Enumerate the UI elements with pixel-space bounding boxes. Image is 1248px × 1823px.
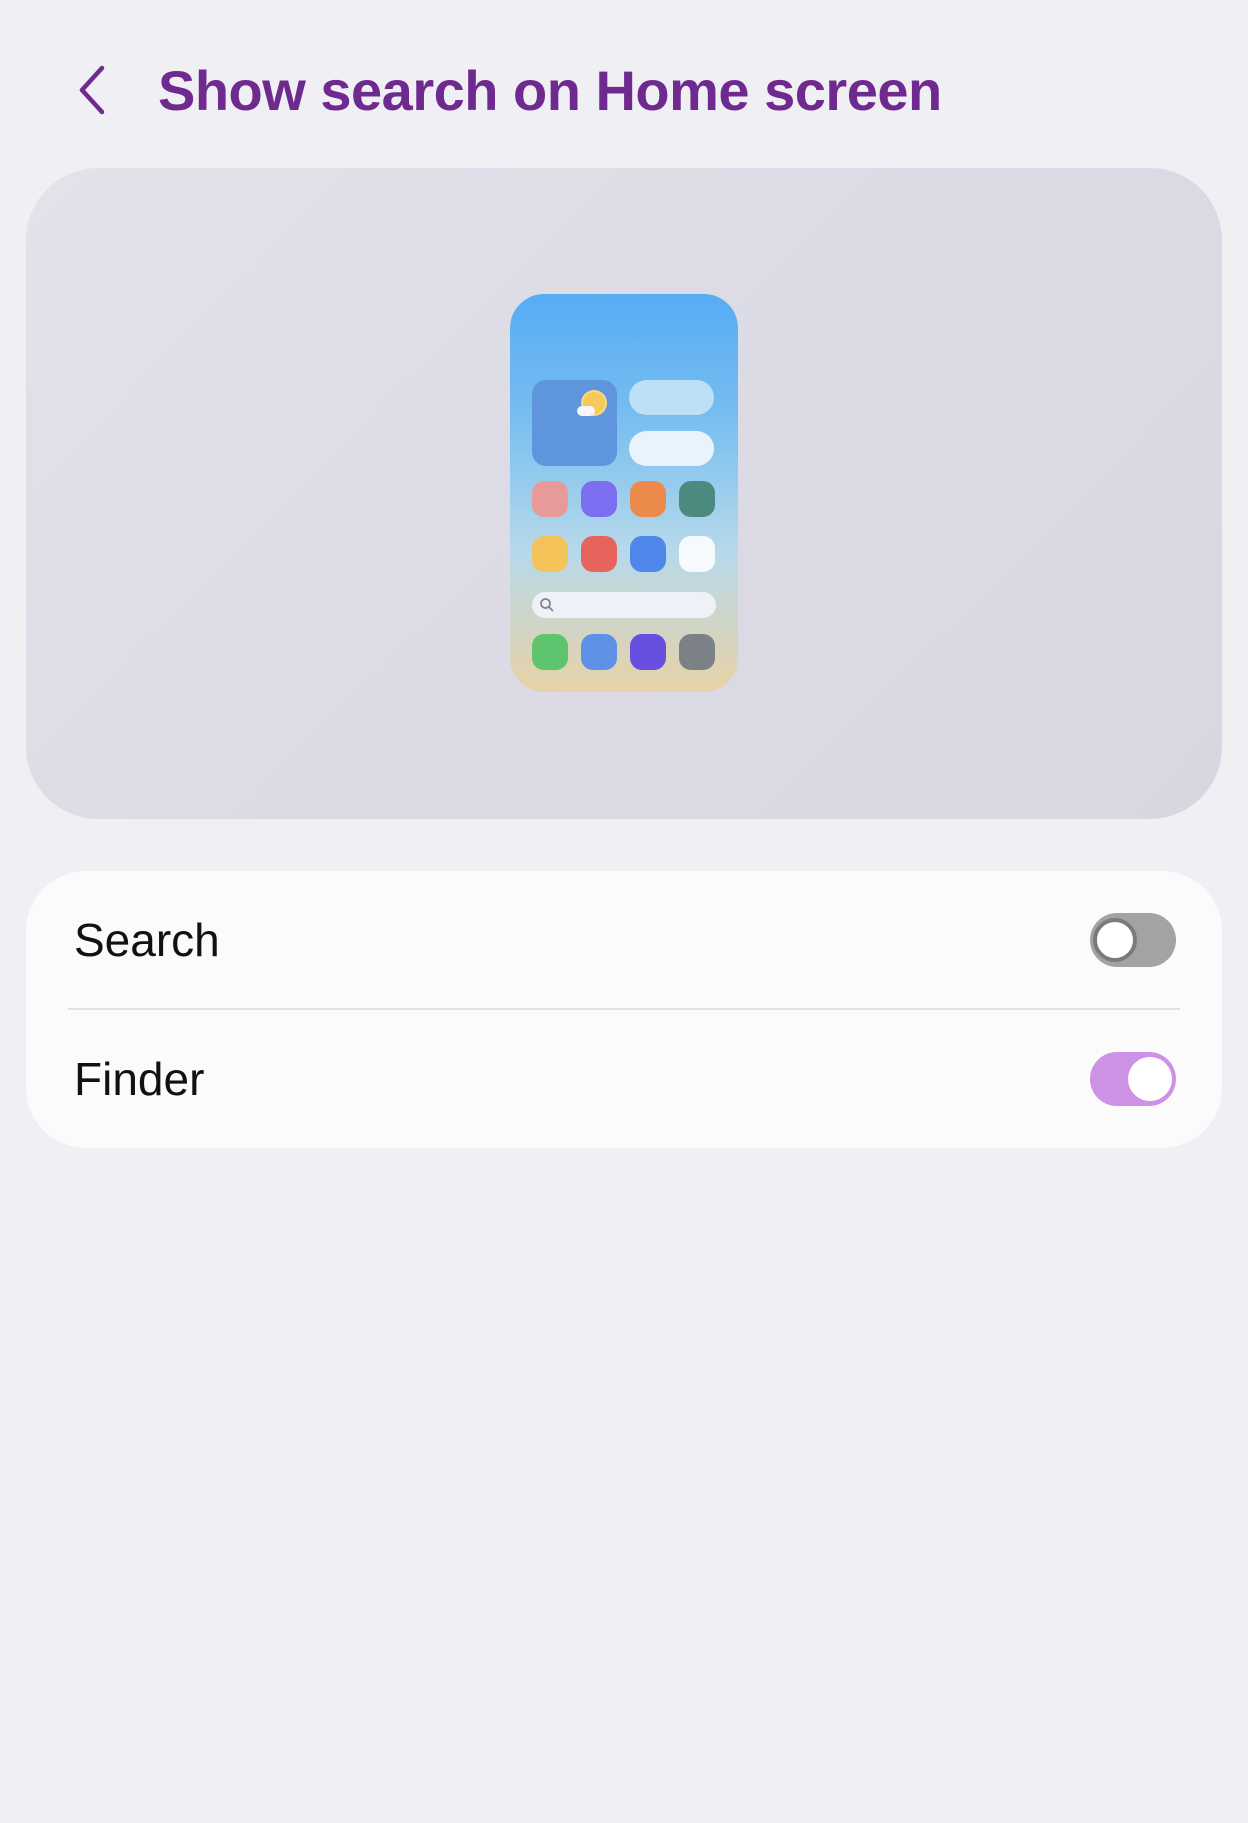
- app-icon-illustration: [630, 481, 666, 517]
- app-icon-illustration: [532, 481, 568, 517]
- preview-illustration-card: [26, 168, 1222, 819]
- app-icon-illustration: [679, 536, 715, 572]
- chevron-left-icon: [79, 65, 105, 115]
- app-icon-illustration: [679, 481, 715, 517]
- settings-list: Search Finder: [26, 871, 1222, 1148]
- toggle-knob: [1093, 918, 1137, 962]
- app-icon-illustration: [532, 536, 568, 572]
- app-header: Show search on Home screen: [0, 0, 1248, 170]
- finder-toggle[interactable]: [1090, 1052, 1176, 1106]
- setting-row-search[interactable]: Search: [26, 871, 1222, 1009]
- setting-row-finder[interactable]: Finder: [26, 1010, 1222, 1148]
- search-toggle[interactable]: [1090, 913, 1176, 967]
- back-button[interactable]: [62, 52, 126, 128]
- phone-home-screen-illustration: [510, 294, 738, 692]
- cloud-icon: [577, 406, 595, 416]
- weather-widget-illustration: [532, 380, 617, 466]
- home-search-bar-illustration: [532, 592, 716, 618]
- page-title: Show search on Home screen: [158, 59, 942, 122]
- setting-label-finder: Finder: [74, 1053, 205, 1105]
- widget-pill-illustration: [629, 431, 714, 466]
- app-icon-illustration: [679, 634, 715, 670]
- app-icon-illustration: [630, 634, 666, 670]
- app-icon-illustration: [532, 634, 568, 670]
- app-icon-illustration: [581, 634, 617, 670]
- app-icon-illustration: [581, 536, 617, 572]
- app-icon-illustration: [581, 481, 617, 517]
- setting-label-search: Search: [74, 914, 220, 966]
- widget-pill-illustration: [629, 380, 714, 415]
- search-icon: [540, 598, 554, 612]
- app-icon-illustration: [630, 536, 666, 572]
- toggle-knob: [1128, 1057, 1172, 1101]
